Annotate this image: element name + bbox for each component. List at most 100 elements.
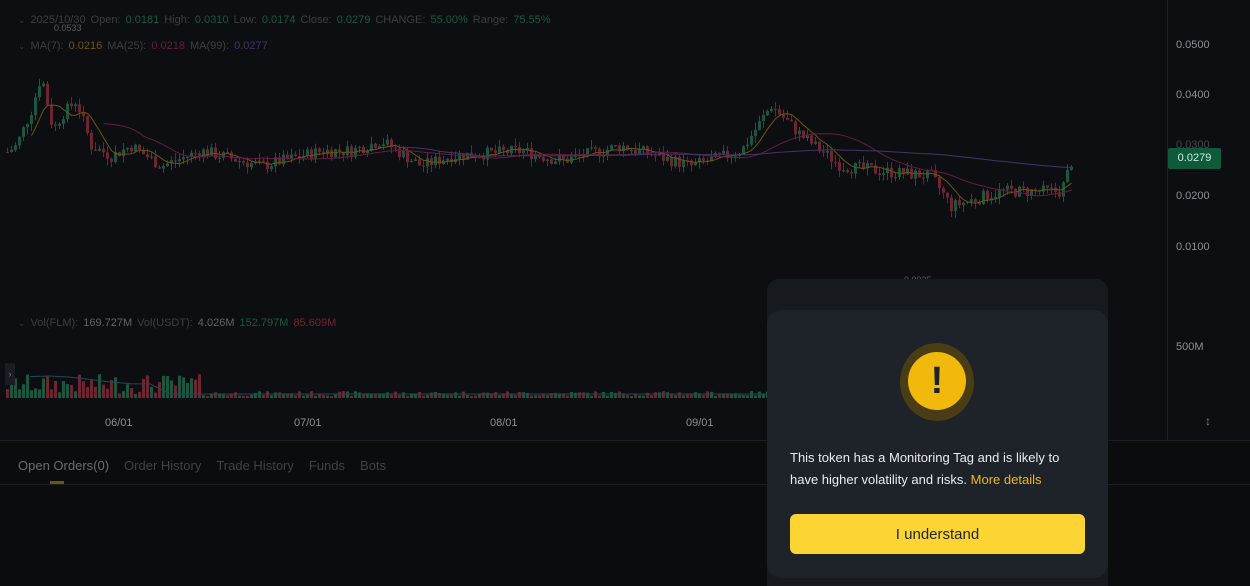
candle-body <box>18 136 21 146</box>
candle-body <box>50 104 53 125</box>
volume-bar <box>418 392 421 398</box>
volume-bar <box>102 384 105 398</box>
candle-body <box>238 161 241 163</box>
volume-bar <box>270 395 273 398</box>
candle-body <box>734 155 737 157</box>
candle-body <box>758 120 761 130</box>
volume-bar <box>538 395 541 398</box>
candle-body <box>938 177 941 189</box>
ma25-label: MA(25): <box>107 40 147 52</box>
candle-body <box>862 162 865 169</box>
volume-bar <box>758 391 761 398</box>
candle-body <box>426 158 429 167</box>
volume-bar <box>590 395 593 398</box>
volume-bar <box>654 392 657 398</box>
close-label: Close: <box>300 14 332 26</box>
volume-bar <box>678 392 681 398</box>
volume-bar <box>762 394 765 398</box>
high-label: High: <box>164 14 190 26</box>
volume-bar <box>402 392 405 398</box>
candle-body <box>1042 185 1045 192</box>
candle-body <box>146 154 149 158</box>
tab-trade-history[interactable]: Trade History <box>216 458 294 473</box>
vol-ma-value-2: 85.609M <box>293 317 337 329</box>
candle-body <box>242 161 245 163</box>
more-details-link[interactable]: More details <box>971 472 1042 487</box>
tab-open-orders[interactable]: Open Orders(0) <box>18 458 109 473</box>
candle-body <box>178 159 181 162</box>
volume-bar <box>278 392 281 398</box>
volume-bar <box>482 392 485 398</box>
candle-body <box>542 157 545 161</box>
candle-body <box>158 167 161 169</box>
tab-order-history[interactable]: Order History <box>124 458 201 473</box>
volume-bar <box>222 393 225 398</box>
volume-bar <box>346 391 349 398</box>
tab-bots[interactable]: Bots <box>360 458 386 473</box>
close-value: 0.0279 <box>336 14 371 26</box>
volume-bar <box>690 394 693 398</box>
volume-legend: ⌄ Vol(FLM): 169.727M Vol(USDT): 4.026M 1… <box>18 317 336 329</box>
vol-usdt-label: Vol(USDT): <box>137 317 193 329</box>
axis-scale-icon[interactable]: ↕ <box>1200 414 1216 430</box>
volume-bar <box>530 395 533 398</box>
candle-body <box>282 154 285 165</box>
candle-body <box>718 152 721 154</box>
volume-bar <box>594 391 597 398</box>
candle-body <box>438 156 441 165</box>
candle-body <box>914 170 917 179</box>
candle-body <box>490 147 493 151</box>
candle-body <box>550 159 553 164</box>
candle-body <box>374 143 377 149</box>
volume-bar <box>638 395 641 398</box>
candle-body <box>54 124 57 126</box>
volume-bar <box>54 380 57 398</box>
warning-icon: ! <box>900 343 974 421</box>
volume-bar <box>202 395 205 398</box>
date-tick: 07/01 <box>294 417 322 429</box>
candle-body <box>330 149 333 158</box>
volume-bar <box>582 392 585 398</box>
ma7-label: MA(7): <box>30 40 64 52</box>
orders-tabs: Open Orders(0) Order History Trade Histo… <box>18 458 386 473</box>
candle-body <box>6 151 9 153</box>
volume-bar <box>362 394 365 398</box>
chevron-down-icon[interactable]: ⌄ <box>18 41 26 52</box>
volume-bar <box>602 391 605 398</box>
candle-body <box>954 200 957 212</box>
volume-bar <box>706 391 709 398</box>
volume-bar <box>190 378 193 398</box>
volume-bar <box>718 394 721 398</box>
candle-body <box>878 173 881 176</box>
candle-body <box>594 147 597 149</box>
expand-handle-icon[interactable]: › <box>5 363 15 385</box>
candle-body <box>690 160 693 166</box>
candle-body <box>398 148 401 158</box>
volume-bar <box>494 392 497 398</box>
chevron-down-icon[interactable]: ⌄ <box>18 15 26 26</box>
candle-body <box>838 161 841 171</box>
candle-body <box>122 149 125 157</box>
candle-body <box>754 129 757 136</box>
price-axis[interactable]: 0.0500 0.0400 0.0300 0.0200 0.0100 500M <box>1167 0 1250 440</box>
candle-body <box>590 147 593 149</box>
candle-body <box>34 97 37 116</box>
candle-body <box>858 162 861 164</box>
candle-body <box>210 147 213 157</box>
i-understand-button[interactable]: I understand <box>790 514 1085 554</box>
volume-bar <box>282 394 285 398</box>
volume-bar <box>50 389 53 398</box>
volume-bar <box>722 394 725 398</box>
volume-bar <box>498 395 501 398</box>
volume-bar <box>354 391 357 398</box>
vol-flm-value: 169.727M <box>83 317 133 329</box>
candle-body <box>250 163 253 168</box>
low-value: 0.0174 <box>261 14 296 26</box>
volume-bar <box>106 388 109 398</box>
tab-funds[interactable]: Funds <box>309 458 345 473</box>
volume-bar <box>210 394 213 398</box>
volume-bar <box>194 379 197 398</box>
chevron-down-icon[interactable]: ⌄ <box>18 318 26 329</box>
candle-body <box>826 150 829 153</box>
candle-body <box>502 146 505 150</box>
